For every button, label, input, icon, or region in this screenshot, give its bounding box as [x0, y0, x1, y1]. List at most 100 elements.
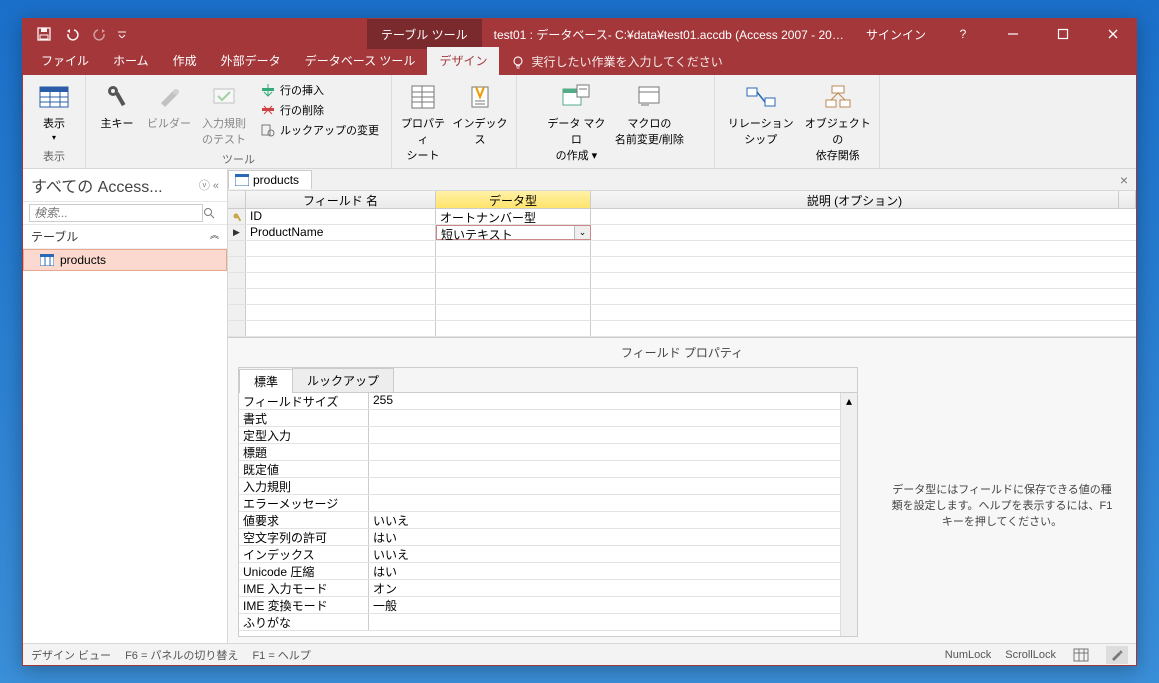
- search-icon[interactable]: [203, 207, 221, 219]
- field-row[interactable]: [228, 257, 1136, 273]
- tab-home[interactable]: ホーム: [101, 47, 161, 75]
- row-selector[interactable]: [228, 289, 246, 304]
- document-tab-products[interactable]: products: [228, 170, 312, 189]
- rename-delete-macro-button[interactable]: マクロの 名前変更/削除: [611, 79, 687, 149]
- help-button[interactable]: ?: [940, 19, 986, 49]
- qat-dropdown-icon[interactable]: [115, 21, 129, 47]
- delete-rows-button[interactable]: 行の削除: [256, 101, 383, 119]
- data-type-cell[interactable]: [436, 289, 591, 304]
- property-value[interactable]: [369, 461, 840, 477]
- property-row[interactable]: IME 入力モードオン: [239, 580, 840, 597]
- data-type-cell[interactable]: [436, 241, 591, 256]
- field-name-cell[interactable]: [246, 273, 436, 288]
- field-name-cell[interactable]: ID: [246, 209, 436, 224]
- property-row[interactable]: 空文字列の許可はい: [239, 529, 840, 546]
- row-selector[interactable]: [228, 257, 246, 272]
- property-row[interactable]: 標題: [239, 444, 840, 461]
- property-row[interactable]: 書式: [239, 410, 840, 427]
- data-type-cell[interactable]: [436, 305, 591, 320]
- tab-database-tools[interactable]: データベース ツール: [293, 47, 428, 75]
- data-type-cell[interactable]: [436, 321, 591, 336]
- property-value[interactable]: [369, 444, 840, 460]
- property-row[interactable]: エラーメッセージ: [239, 495, 840, 512]
- data-type-cell[interactable]: オートナンバー型: [436, 209, 591, 224]
- field-name-cell[interactable]: [246, 241, 436, 256]
- property-row[interactable]: Unicode 圧縮はい: [239, 563, 840, 580]
- row-selector[interactable]: [228, 209, 246, 224]
- property-value[interactable]: [369, 427, 840, 443]
- field-row[interactable]: [228, 321, 1136, 337]
- property-value[interactable]: [369, 410, 840, 426]
- create-data-macros-button[interactable]: データ マクロ の作成 ▾: [543, 79, 609, 165]
- save-icon[interactable]: [31, 21, 57, 47]
- description-cell[interactable]: [591, 289, 1136, 304]
- description-cell[interactable]: [591, 273, 1136, 288]
- property-value[interactable]: [369, 478, 840, 494]
- builder-button[interactable]: ビルダー: [144, 79, 194, 133]
- property-value[interactable]: はい: [369, 563, 840, 579]
- tab-lookup[interactable]: ルックアップ: [292, 368, 394, 392]
- property-row[interactable]: ふりがな: [239, 614, 840, 631]
- tab-external-data[interactable]: 外部データ: [209, 47, 293, 75]
- indexes-button[interactable]: インデックス: [450, 79, 510, 149]
- object-dependencies-button[interactable]: オブジェクトの 依存関係: [803, 79, 873, 165]
- property-row[interactable]: インデックスいいえ: [239, 546, 840, 563]
- datasheet-view-button[interactable]: [1070, 646, 1092, 664]
- description-cell[interactable]: [591, 241, 1136, 256]
- tell-me[interactable]: 実行したい作業を入力してください: [499, 48, 734, 75]
- property-value[interactable]: [369, 614, 840, 630]
- property-row[interactable]: 定型入力: [239, 427, 840, 444]
- property-row[interactable]: 入力規則: [239, 478, 840, 495]
- field-row[interactable]: ▶ProductName短いテキスト⌄: [228, 225, 1136, 241]
- insert-rows-button[interactable]: 行の挿入: [256, 81, 383, 99]
- field-properties-grid[interactable]: フィールドサイズ255書式定型入力標題既定値入力規則エラーメッセージ値要求いいえ…: [239, 393, 840, 636]
- property-row[interactable]: 値要求いいえ: [239, 512, 840, 529]
- col-field-name[interactable]: フィールド 名: [246, 191, 436, 208]
- field-row[interactable]: [228, 305, 1136, 321]
- row-selector[interactable]: ▶: [228, 225, 246, 240]
- data-type-cell[interactable]: [436, 257, 591, 272]
- design-view-button[interactable]: [1106, 646, 1128, 664]
- tab-general[interactable]: 標準: [239, 369, 293, 393]
- property-value[interactable]: 255: [369, 393, 840, 409]
- col-data-type[interactable]: データ型: [436, 191, 591, 208]
- property-value[interactable]: オン: [369, 580, 840, 596]
- relationships-button[interactable]: リレーションシップ: [721, 79, 801, 149]
- document-close-button[interactable]: ×: [1112, 172, 1136, 188]
- data-type-cell[interactable]: [436, 273, 591, 288]
- row-selector[interactable]: [228, 305, 246, 320]
- property-value[interactable]: [369, 495, 840, 511]
- field-design-grid[interactable]: フィールド 名 データ型 説明 (オプション) IDオートナンバー型▶Produ…: [228, 191, 1136, 338]
- nav-search-input[interactable]: [29, 204, 203, 222]
- property-row[interactable]: フィールドサイズ255: [239, 393, 840, 410]
- nav-header-title[interactable]: すべての Access...: [31, 173, 163, 197]
- nav-collapse-icon[interactable]: ⓥ «: [199, 177, 219, 193]
- properties-scrollbar[interactable]: ▴: [840, 393, 857, 636]
- tab-design[interactable]: デザイン: [427, 47, 499, 75]
- property-sheet-button[interactable]: プロパティ シート: [398, 79, 448, 165]
- nav-group-tables[interactable]: テーブル: [31, 228, 78, 245]
- field-row[interactable]: IDオートナンバー型: [228, 209, 1136, 225]
- maximize-button[interactable]: [1040, 19, 1086, 49]
- undo-icon[interactable]: [59, 21, 85, 47]
- property-row[interactable]: IME 変換モード一般: [239, 597, 840, 614]
- field-name-cell[interactable]: [246, 321, 436, 336]
- property-value[interactable]: はい: [369, 529, 840, 545]
- description-cell[interactable]: [591, 321, 1136, 336]
- field-name-cell[interactable]: ProductName: [246, 225, 436, 240]
- row-selector[interactable]: [228, 321, 246, 336]
- primary-key-button[interactable]: 主キー: [92, 79, 142, 133]
- data-type-dropdown-icon[interactable]: ⌄: [574, 226, 590, 239]
- tab-create[interactable]: 作成: [161, 47, 209, 75]
- field-name-cell[interactable]: [246, 289, 436, 304]
- property-value[interactable]: 一般: [369, 597, 840, 613]
- redo-icon[interactable]: [87, 21, 113, 47]
- property-value[interactable]: いいえ: [369, 546, 840, 562]
- view-button[interactable]: 表示 ▾: [29, 79, 79, 144]
- tab-file[interactable]: ファイル: [29, 47, 101, 75]
- field-row[interactable]: [228, 289, 1136, 305]
- nav-item-products[interactable]: products: [23, 249, 227, 271]
- validation-test-button[interactable]: 入力規則 のテスト: [196, 79, 252, 149]
- row-selector[interactable]: [228, 241, 246, 256]
- field-name-cell[interactable]: [246, 305, 436, 320]
